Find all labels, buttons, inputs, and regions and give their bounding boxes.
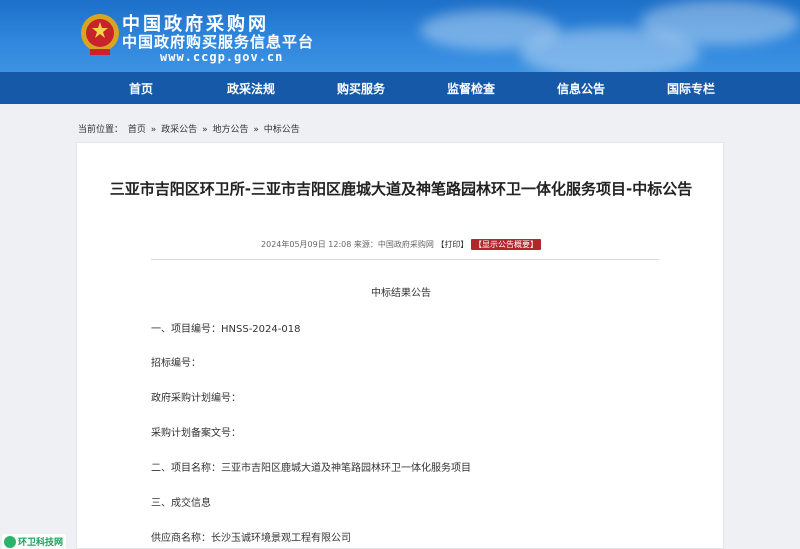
nav-item-announcements[interactable]: 信息公告	[526, 80, 636, 97]
article-title: 三亚市吉阳区环卫所-三亚市吉阳区鹿城大道及神笔路园林环卫一体化服务项目-中标公告	[109, 180, 693, 198]
transaction-info-heading: 三、成交信息	[151, 498, 211, 509]
main-nav: 首页 政采法规 购买服务 监督检查 信息公告 国际专栏	[0, 72, 800, 104]
watermark-logo-icon	[4, 535, 16, 548]
article-meta: 2024年05月09日 12:08 来源：中国政府采购网 【打印】 【显示公告概…	[77, 239, 725, 250]
meta-divider	[151, 259, 659, 260]
nav-item-supervision[interactable]: 监督检查	[416, 80, 526, 97]
publish-date: 2024年05月09日 12:08	[261, 240, 352, 249]
breadcrumb-separator: »	[253, 125, 259, 135]
breadcrumb-procurement-notices[interactable]: 政采公告	[161, 125, 197, 135]
supplier-name: 供应商名称：长沙玉诚环境景观工程有限公司	[151, 533, 351, 544]
watermark-text: 环卫科技网	[18, 538, 64, 548]
breadcrumb: 当前位置： 首页 » 政采公告 » 地方公告 » 中标公告	[78, 122, 302, 135]
breadcrumb-award-notices[interactable]: 中标公告	[264, 125, 300, 135]
show-summary-button[interactable]: 【显示公告概要】	[470, 239, 541, 250]
site-url[interactable]: www.ccgp.gov.cn	[160, 50, 283, 64]
breadcrumb-prefix: 当前位置：	[78, 125, 124, 135]
banner-cloud	[640, 0, 800, 45]
breadcrumb-separator: »	[202, 125, 208, 135]
procurement-plan-number: 政府采购计划编号：	[151, 393, 241, 404]
national-emblem-icon	[81, 14, 119, 55]
platform-name: 中国政府购买服务信息平台	[122, 33, 315, 51]
watermark: 环卫科技网	[2, 534, 66, 549]
breadcrumb-separator: »	[150, 125, 157, 135]
plan-filing-number: 采购计划备案文号：	[151, 428, 241, 439]
nav-item-regulations[interactable]: 政采法规	[196, 80, 306, 97]
breadcrumb-local-notices[interactable]: 地方公告	[212, 125, 248, 135]
project-number: 一、项目编号：HNSS-2024-018	[151, 324, 301, 335]
breadcrumb-home[interactable]: 首页	[128, 125, 146, 135]
article-source: 来源：中国政府采购网	[353, 240, 434, 249]
site-header-banner: 中国政府采购网 中国政府购买服务信息平台 www.ccgp.gov.cn	[0, 0, 800, 72]
nav-item-international[interactable]: 国际专栏	[636, 80, 746, 97]
article-panel: 三亚市吉阳区环卫所-三亚市吉阳区鹿城大道及神笔路园林环卫一体化服务项目-中标公告…	[76, 142, 724, 549]
nav-item-home[interactable]: 首页	[86, 80, 196, 97]
print-link[interactable]: 【打印】	[436, 240, 468, 249]
nav-item-purchase-services[interactable]: 购买服务	[306, 80, 416, 97]
announcement-heading: 中标结果公告	[371, 288, 431, 299]
tender-number: 招标编号：	[151, 358, 201, 369]
project-name: 二、项目名称：三亚市吉阳区鹿城大道及神笔路园林环卫一体化服务项目	[151, 463, 471, 474]
